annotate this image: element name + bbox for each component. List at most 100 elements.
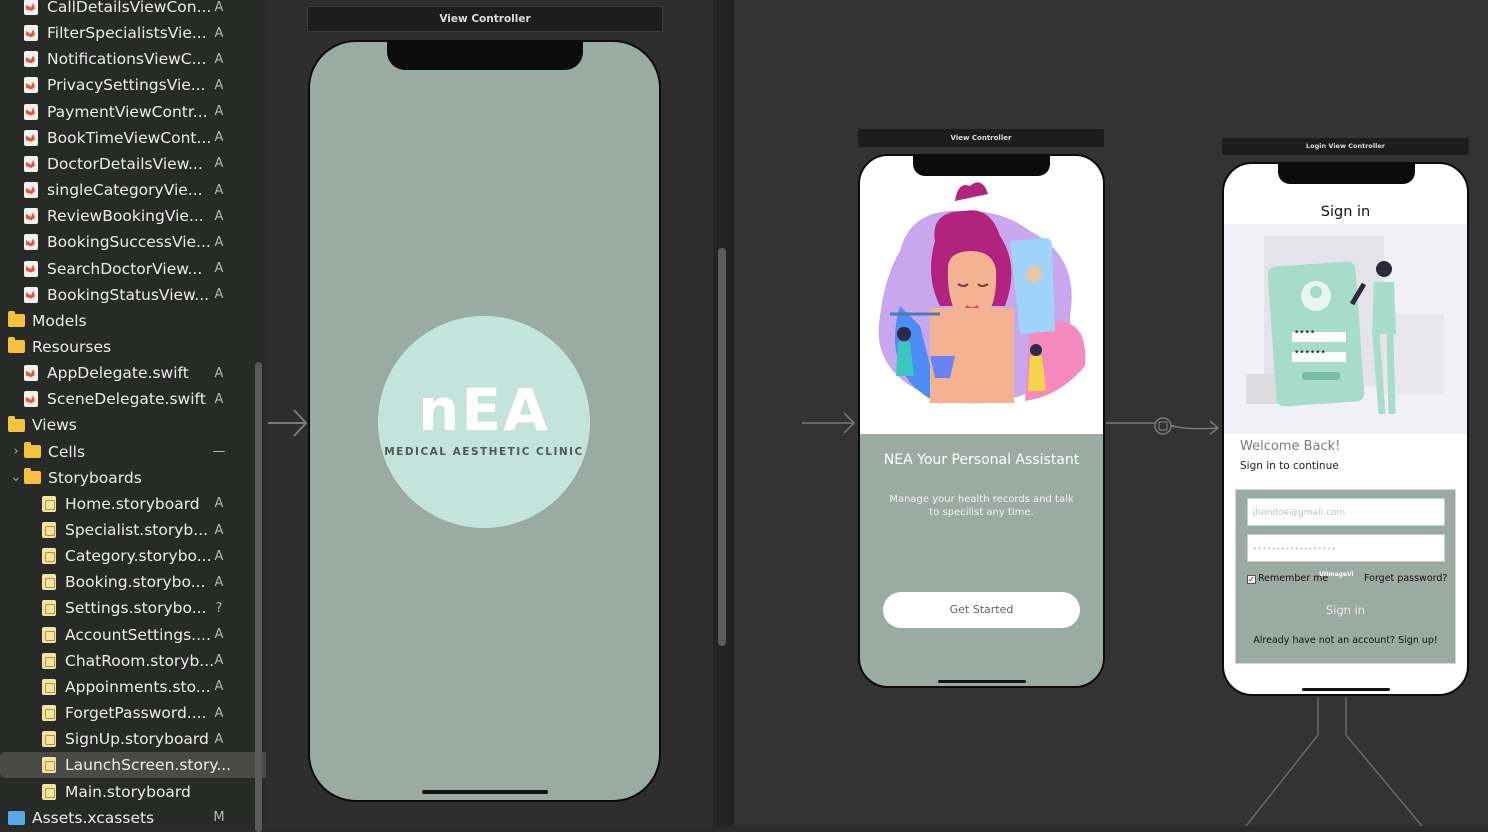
main-storyboard-canvas[interactable]: View Controller NEA Your Personal Assist… [734, 0, 1488, 826]
source-control-status: A [214, 208, 224, 224]
swift-file-icon [24, 103, 38, 120]
navigator-row[interactable]: Specialist.storyb... A [0, 517, 266, 543]
swift-file-icon [24, 51, 38, 68]
navigator-row[interactable]: › Cells — [0, 439, 244, 465]
source-control-status: A [214, 522, 224, 538]
image-view-overlay-label: UIImageVi [1319, 571, 1354, 578]
navigator-row[interactable]: BookTimeViewCont... A [0, 125, 260, 151]
navigator-row[interactable]: CallDetailsViewCon... A [0, 0, 260, 20]
file-name: singleCategoryVie... [47, 181, 203, 200]
disclosure-chevron-icon[interactable]: ⌄ [8, 470, 24, 485]
navigator-row[interactable]: ReviewBookingVie... A [0, 203, 260, 229]
scene-title-bar[interactable]: View Controller [307, 6, 663, 32]
swift-file-icon [24, 77, 38, 94]
navigator-row[interactable]: Assets.xcassets M [0, 805, 244, 826]
login-scene-title-bar[interactable]: Login View Controller [1222, 138, 1469, 155]
navigator-row[interactable]: ForgetPassword.... A [0, 700, 266, 726]
navigator-row[interactable]: Appoinments.sto... A [0, 674, 266, 700]
login-form-container: jhondoe@gmail.com •••••••••••••••••• ✓ R… [1235, 489, 1456, 664]
onboard-scene-title-bar[interactable]: View Controller [858, 129, 1104, 147]
navigator-row[interactable]: SignUp.storyboard A [0, 726, 266, 752]
file-name: Settings.storybo... [65, 599, 207, 618]
navigator-row[interactable]: PaymentViewContr... A [0, 99, 260, 125]
navigator-row[interactable]: NotificationsViewC... A [0, 46, 260, 72]
file-name: BookTimeViewCont... [47, 128, 212, 147]
navigator-row[interactable]: Category.storybo... A [0, 543, 266, 569]
navigator-row[interactable]: Booking.storybo... A [0, 569, 266, 595]
source-control-status: A [214, 77, 224, 93]
file-name: SignUp.storyboard [65, 730, 209, 749]
navigator-row[interactable]: Models [0, 308, 244, 334]
folder-icon [8, 337, 25, 354]
folder-icon [8, 415, 25, 432]
source-control-status: — [212, 444, 226, 460]
navigator-row[interactable]: BookingSuccessVie... A [0, 229, 260, 255]
get-started-button[interactable]: Get Started [883, 592, 1080, 628]
navigator-row[interactable]: SceneDelegate.swift A [0, 386, 260, 412]
folder-icon [24, 468, 41, 485]
navigator-row[interactable]: Main.storyboard [0, 779, 266, 805]
navigator-row[interactable]: SearchDoctorView... A [0, 256, 260, 282]
source-control-status: A [214, 653, 224, 669]
source-control-status: A [214, 182, 224, 198]
source-control-status: A [214, 0, 224, 15]
storyboard-file-icon [42, 522, 56, 538]
onboard-device[interactable]: NEA Your Personal Assistant Manage your … [858, 154, 1105, 688]
navigator-row[interactable]: ⌄ Storyboards [0, 465, 244, 491]
navigator-row[interactable]: LaunchScreen.story... [0, 752, 266, 779]
navigator-row[interactable]: Settings.storybo...? [0, 595, 266, 621]
navigator-row[interactable]: Home.storyboard A [0, 491, 266, 517]
logo-subtitle: MEDICAL AESTHETIC CLINIC [384, 446, 584, 458]
login-device[interactable]: Sign in •••• •••••• Welcome Back! Sign i… [1222, 162, 1469, 696]
password-field[interactable]: •••••••••••••••••• [1247, 534, 1445, 562]
file-name: Assets.xcassets [32, 808, 155, 826]
launch-screen-device[interactable]: nEA MEDICAL AESTHETIC CLINIC [308, 40, 661, 802]
file-name: PrivacySettingsVie... [47, 76, 206, 95]
folder-icon [8, 311, 25, 328]
file-name: FilterSpecialistsVie... [47, 24, 207, 43]
source-control-status: A [214, 574, 224, 590]
swift-file-icon [24, 155, 38, 172]
file-name: BookingSuccessVie... [47, 233, 211, 252]
swift-file-icon [24, 129, 38, 146]
home-indicator [938, 680, 1026, 683]
launchscreen-canvas[interactable]: View Controller nEA MEDICAL AESTHETIC CL… [266, 0, 713, 826]
navigator-row[interactable]: PrivacySettingsVie... A [0, 72, 260, 98]
forgot-password-link[interactable]: Forget password? [1364, 573, 1447, 584]
source-control-status: A [214, 287, 224, 303]
file-name: Main.storyboard [65, 782, 191, 801]
storyboard-file-icon [42, 678, 56, 695]
source-control-status: A [214, 548, 224, 564]
navigator-row[interactable]: DoctorDetailsView... A [0, 151, 260, 177]
source-control-status: A [214, 496, 224, 512]
email-field[interactable]: jhondoe@gmail.com [1247, 498, 1445, 526]
navigator-row[interactable]: BookingStatusView... A [0, 282, 260, 308]
signup-link[interactable]: Already have not an account? Sign up! [1236, 635, 1455, 646]
navigator-row[interactable]: singleCategoryVie... A [0, 177, 260, 203]
signin-button[interactable]: Sign in [1236, 603, 1455, 617]
illustration-masked-text-1: •••• [1294, 328, 1316, 338]
source-control-status: A [214, 731, 224, 747]
file-name: AppDelegate.swift [47, 364, 189, 383]
navigator-row[interactable]: AccountSettings.... A [0, 622, 266, 648]
navigator-row[interactable]: Views [0, 412, 244, 438]
navigator-row[interactable]: ChatRoom.storyb... A [0, 648, 266, 674]
source-control-status: A [214, 261, 224, 276]
swift-file-icon [24, 208, 38, 225]
navigator-row[interactable]: AppDelegate.swift A [0, 360, 260, 386]
swift-file-icon [24, 234, 38, 251]
navigator-row[interactable]: FilterSpecialistsVie... A [0, 20, 260, 46]
source-control-status: A [214, 104, 224, 120]
source-control-status: A [214, 679, 224, 695]
file-name: LaunchScreen.story... [65, 756, 232, 775]
storyboard-file-icon [42, 652, 56, 669]
file-name: DoctorDetailsView... [47, 154, 203, 173]
navigator-scrollbar[interactable] [255, 362, 262, 832]
navigator-row[interactable]: Resourses [0, 334, 244, 360]
file-name: Models [32, 311, 87, 330]
home-indicator [422, 790, 548, 794]
asset-catalog-icon [8, 810, 25, 825]
canvas-scrollbar[interactable] [718, 248, 726, 646]
disclosure-chevron-icon[interactable]: › [8, 444, 24, 459]
remember-checkbox[interactable]: ✓ [1247, 575, 1256, 584]
